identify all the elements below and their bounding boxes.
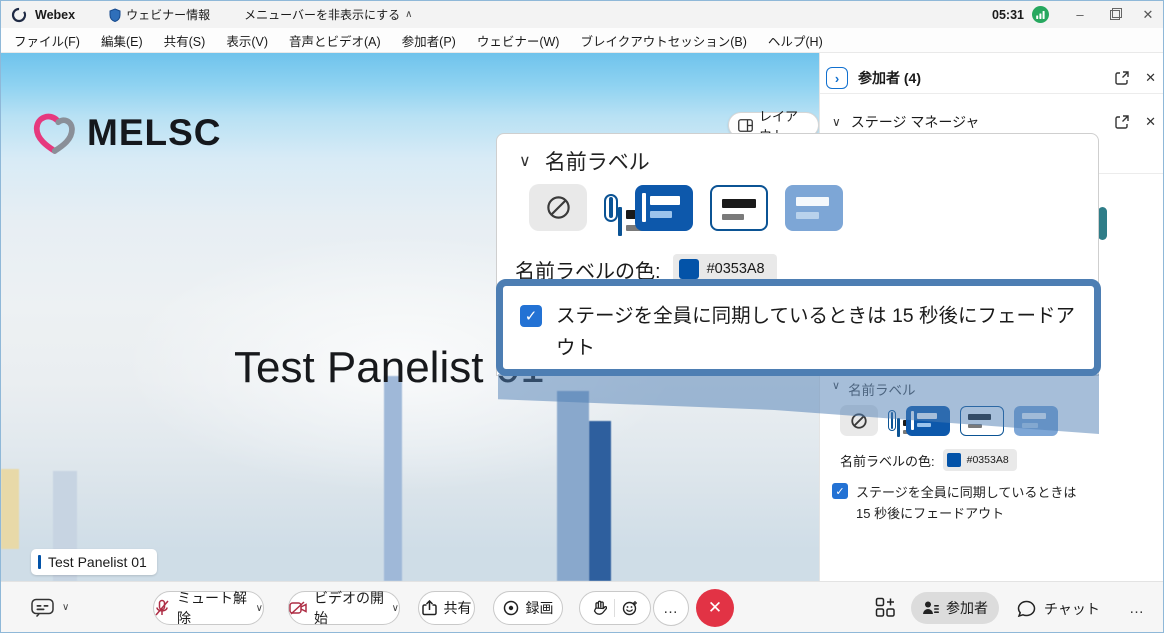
chevron-down-icon[interactable]: ∨ xyxy=(519,151,531,171)
menu-file[interactable]: ファイル(F) xyxy=(14,31,80,50)
webinar-info-button[interactable]: ウェビナー情報 xyxy=(109,6,210,23)
leave-meeting-button[interactable]: ✕ xyxy=(696,589,734,627)
popout-icon[interactable] xyxy=(1115,115,1129,129)
melsc-heart-icon xyxy=(31,111,77,155)
restore-button[interactable] xyxy=(1097,1,1131,28)
minimize-button[interactable]: – xyxy=(1063,1,1097,28)
fadeout-highlight-callout: ✓ ステージを全員に同期しているときは 15 秒後にフェードアウト xyxy=(496,279,1101,376)
record-button[interactable]: 録画 xyxy=(493,591,563,625)
participants-panel-button[interactable]: 参加者 xyxy=(911,592,999,624)
label-color-picker[interactable]: #0353A8 xyxy=(943,449,1017,471)
name-tag-accent-bar xyxy=(38,555,41,569)
label-style-light-button[interactable] xyxy=(710,185,768,231)
record-icon xyxy=(503,600,519,616)
captions-button[interactable]: ∨ xyxy=(31,598,69,617)
city-tower xyxy=(589,421,611,581)
menu-edit[interactable]: 編集(E) xyxy=(101,31,143,50)
prohibition-icon xyxy=(545,194,572,221)
mic-muted-icon xyxy=(154,599,170,617)
speaking-indicator xyxy=(1098,207,1107,240)
label-style-translucent-button[interactable] xyxy=(785,185,843,231)
chat-panel-button[interactable]: チャット xyxy=(1017,599,1100,619)
melsc-logo-text: MELSC xyxy=(87,112,222,154)
popup-name-label-header: 名前ラベル xyxy=(545,146,650,176)
fadeout-option-text: ステージを全員に同期しているときは 15 秒後にフェードアウト xyxy=(556,300,1086,364)
webex-window: Webex ウェビナー情報 メニューバーを非表示にする ∧ 05:31 – ✕ xyxy=(0,0,1164,633)
speaker-name-tag: Test Panelist 01 xyxy=(31,549,157,575)
apps-button[interactable] xyxy=(875,597,896,618)
stage-manager-title: ステージ マネージャ xyxy=(851,112,980,132)
checkbox-checked-icon[interactable]: ✓ xyxy=(520,305,542,327)
chevron-down-icon[interactable]: ∨ xyxy=(832,115,841,129)
raise-hand-icon xyxy=(593,600,607,617)
participants-icon xyxy=(922,600,939,616)
share-button[interactable]: 共有 xyxy=(418,591,475,625)
chevron-up-icon: ∧ xyxy=(405,9,412,20)
label-color-caption: 名前ラベルの色: xyxy=(840,451,935,470)
reactions-button[interactable] xyxy=(579,591,651,625)
close-icon: ✕ xyxy=(708,598,722,618)
meeting-timer: 05:31 xyxy=(992,8,1024,22)
hide-menubar-button[interactable]: メニューバーを非表示にする ∧ xyxy=(244,6,412,23)
menu-help[interactable]: ヘルプ(H) xyxy=(768,31,823,50)
start-video-button[interactable]: ビデオの開始 ∨ xyxy=(288,591,400,625)
menu-bar: ファイル(F) 編集(E) 共有(S) 表示(V) 音声とビデオ(A) 参加者(… xyxy=(1,28,1164,53)
app-title: Webex xyxy=(35,8,75,22)
chevron-down-icon: ∨ xyxy=(256,603,263,614)
share-icon xyxy=(422,600,437,616)
popup-label-style-options xyxy=(529,184,843,231)
popout-icon[interactable] xyxy=(1115,71,1129,85)
shield-icon xyxy=(109,8,121,22)
participants-panel-title: 参加者 (4) xyxy=(858,68,921,88)
menu-webinar[interactable]: ウェビナー(W) xyxy=(477,31,560,50)
chevron-right-icon[interactable]: › xyxy=(826,67,848,89)
menu-view[interactable]: 表示(V) xyxy=(226,31,268,50)
more-icon: … xyxy=(663,600,679,617)
title-bar: Webex ウェビナー情報 メニューバーを非表示にする ∧ 05:31 – ✕ xyxy=(1,1,1164,28)
connection-quality-icon[interactable] xyxy=(1032,6,1049,23)
close-panel-icon[interactable]: ✕ xyxy=(1145,70,1156,86)
city-tower xyxy=(557,391,589,581)
color-value: #0353A8 xyxy=(707,261,765,277)
label-style-selected-button[interactable] xyxy=(604,194,618,222)
menu-audio-video[interactable]: 音声とビデオ(A) xyxy=(289,31,381,50)
close-panel-icon[interactable]: ✕ xyxy=(1145,114,1156,130)
unmute-button[interactable]: ミュート解除 ∨ xyxy=(153,591,264,625)
chat-icon xyxy=(1017,600,1036,618)
menu-breakout[interactable]: ブレイクアウトセッション(B) xyxy=(580,31,746,50)
toolbar-overflow-button[interactable]: … xyxy=(1129,600,1145,617)
chevron-down-icon: ∨ xyxy=(392,603,399,614)
more-options-button[interactable]: … xyxy=(653,590,689,626)
menu-share[interactable]: 共有(S) xyxy=(164,31,206,50)
divider xyxy=(614,599,615,617)
label-style-blue-button[interactable] xyxy=(635,185,693,231)
panel-divider xyxy=(820,93,1164,94)
layout-icon xyxy=(738,119,753,132)
chevron-down-icon: ∨ xyxy=(62,602,69,613)
color-value: #0353A8 xyxy=(967,454,1009,466)
menu-participants[interactable]: 参加者(P) xyxy=(402,31,456,50)
webex-logo-icon xyxy=(11,7,27,23)
reaction-smiley-icon xyxy=(622,600,638,616)
melsc-logo: MELSC xyxy=(31,111,222,155)
color-swatch xyxy=(947,453,961,467)
checkbox-checked-icon[interactable]: ✓ xyxy=(832,483,848,499)
label-style-light-leftbar xyxy=(609,197,613,218)
city-tower xyxy=(1,469,19,549)
close-button[interactable]: ✕ xyxy=(1131,1,1164,28)
camera-off-icon xyxy=(289,601,307,615)
city-tower xyxy=(384,376,402,581)
participants-panel-header: › 参加者 (4) ✕ xyxy=(820,59,1164,97)
color-swatch xyxy=(679,259,699,279)
label-style-none-button[interactable] xyxy=(529,184,587,231)
fadeout-option-row[interactable]: ✓ ステージを全員に同期しているときは 15 秒後にフェードアウト xyxy=(832,482,1076,524)
